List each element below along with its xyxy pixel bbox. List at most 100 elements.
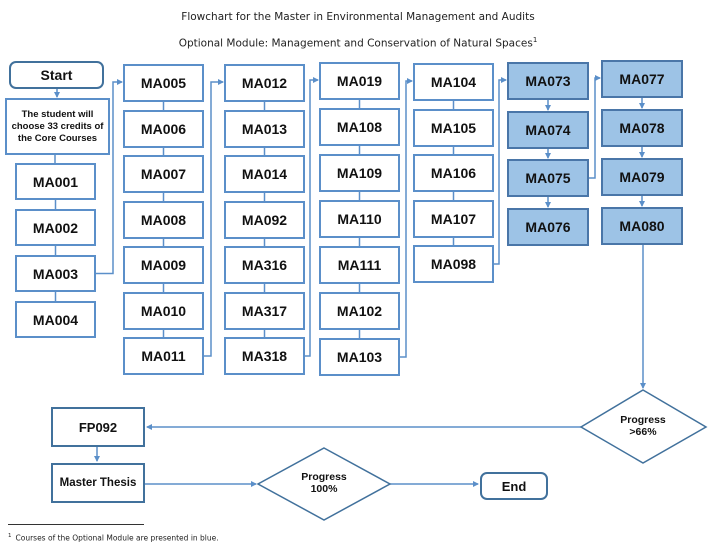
course-code: MA014 [241, 166, 288, 182]
course-box-ma075: MA075 [507, 159, 589, 197]
footnote-text: Courses of the Optional Module are prese… [15, 533, 219, 543]
course-code: MA019 [336, 73, 383, 89]
course-code: MA001 [32, 173, 79, 190]
course-code: MA007 [140, 166, 187, 182]
course-box-ma108: MA108 [319, 108, 400, 146]
footnote-divider [8, 524, 144, 525]
course-box-ma318: MA318 [224, 337, 305, 375]
intro-note-box: The student will choose 33 credits of th… [5, 98, 110, 155]
course-box-ma106: MA106 [413, 154, 494, 192]
footnote: 1 Courses of the Optional Module are pres… [8, 533, 219, 543]
course-box-ma011: MA011 [123, 337, 204, 375]
course-code: MA012 [241, 75, 288, 91]
course-code: MA008 [140, 212, 187, 228]
course-box-ma111: MA111 [319, 246, 400, 284]
course-code: MA108 [336, 119, 383, 135]
course-box-ma102: MA102 [319, 292, 400, 330]
course-box-ma005: MA005 [123, 64, 204, 102]
connector-column-jump [204, 79, 224, 357]
course-box-ma010: MA010 [123, 292, 204, 330]
course-box-ma001: MA001 [15, 163, 96, 200]
course-box-ma110: MA110 [319, 200, 400, 238]
course-code: MA075 [525, 170, 571, 186]
course-box-ma077: MA077 [601, 60, 683, 98]
course-code: MA013 [241, 121, 288, 137]
course-box-ma109: MA109 [319, 154, 400, 192]
course-code: MA073 [525, 73, 571, 89]
course-code: MA006 [140, 121, 187, 137]
decision-100-line2: 100% [310, 483, 338, 495]
course-box-ma079: MA079 [601, 158, 683, 196]
course-code: MA074 [525, 122, 571, 138]
course-box-ma014: MA014 [224, 155, 305, 193]
fp092-box: FP092 [51, 407, 145, 447]
course-code: MA105 [430, 120, 477, 136]
course-code: MA317 [241, 303, 288, 319]
course-code: MA079 [619, 169, 665, 185]
course-box-ma008: MA008 [123, 201, 204, 239]
master-thesis-label: Master Thesis [59, 477, 137, 489]
course-box-ma004: MA004 [15, 301, 96, 338]
intro-note-text: The student will choose 33 credits of th… [11, 108, 104, 144]
course-box-ma003: MA003 [15, 255, 96, 292]
course-code: MA106 [430, 165, 477, 181]
course-box-ma019: MA019 [319, 62, 400, 100]
course-code: MA098 [430, 256, 477, 272]
course-code: MA011 [141, 348, 186, 364]
course-code: MA092 [241, 212, 288, 228]
course-code: MA009 [140, 257, 187, 273]
master-thesis-box: Master Thesis [51, 463, 145, 503]
course-box-ma107: MA107 [413, 200, 494, 238]
course-code: MA102 [336, 303, 383, 319]
decision-100-label: Progress 100% [284, 471, 364, 495]
connector-column-jump [400, 78, 413, 358]
connector-column-jump [305, 77, 319, 357]
end-label: End [501, 478, 527, 494]
course-code: MA003 [32, 265, 79, 282]
course-box-ma012: MA012 [224, 64, 305, 102]
course-box-ma317: MA317 [224, 292, 305, 330]
course-box-ma013: MA013 [224, 110, 305, 148]
course-code: MA103 [336, 349, 383, 365]
connector-column-jump [589, 75, 601, 179]
course-box-ma076: MA076 [507, 208, 589, 246]
decision-66-line1: Progress [620, 414, 666, 426]
course-box-ma092: MA092 [224, 201, 305, 239]
course-code: MA104 [430, 74, 477, 90]
course-code: MA107 [430, 211, 477, 227]
end-node: End [480, 472, 548, 500]
course-box-ma002: MA002 [15, 209, 96, 246]
course-code: MA002 [32, 219, 79, 236]
course-code: MA077 [619, 71, 665, 87]
course-code: MA316 [241, 257, 288, 273]
course-box-ma009: MA009 [123, 246, 204, 284]
course-code: MA004 [32, 311, 79, 328]
course-box-ma080: MA080 [601, 207, 683, 245]
fp092-label: FP092 [78, 419, 118, 435]
decision-66-label: Progress >66% [603, 414, 683, 438]
course-box-ma098: MA098 [413, 245, 494, 283]
course-code: MA076 [525, 219, 571, 235]
course-box-ma073: MA073 [507, 62, 589, 100]
course-box-ma006: MA006 [123, 110, 204, 148]
course-box-ma105: MA105 [413, 109, 494, 147]
connector-column-jump [494, 77, 507, 265]
decision-66-line2: >66% [629, 426, 657, 438]
footnote-mark: 1 [8, 533, 12, 539]
course-code: MA010 [140, 303, 187, 319]
course-box-ma007: MA007 [123, 155, 204, 193]
course-box-ma074: MA074 [507, 111, 589, 149]
decision-100-line1: Progress [301, 471, 347, 483]
course-box-ma103: MA103 [319, 338, 400, 376]
course-code: MA111 [337, 257, 382, 273]
course-code: MA080 [619, 218, 665, 234]
course-code: MA005 [140, 75, 187, 91]
course-code: MA078 [619, 120, 665, 136]
course-box-ma104: MA104 [413, 63, 494, 101]
start-node: Start [9, 61, 104, 89]
start-label: Start [40, 67, 73, 83]
course-code: MA109 [336, 165, 383, 181]
course-code: MA110 [337, 211, 382, 227]
course-box-ma316: MA316 [224, 246, 305, 284]
course-code: MA318 [241, 348, 288, 364]
